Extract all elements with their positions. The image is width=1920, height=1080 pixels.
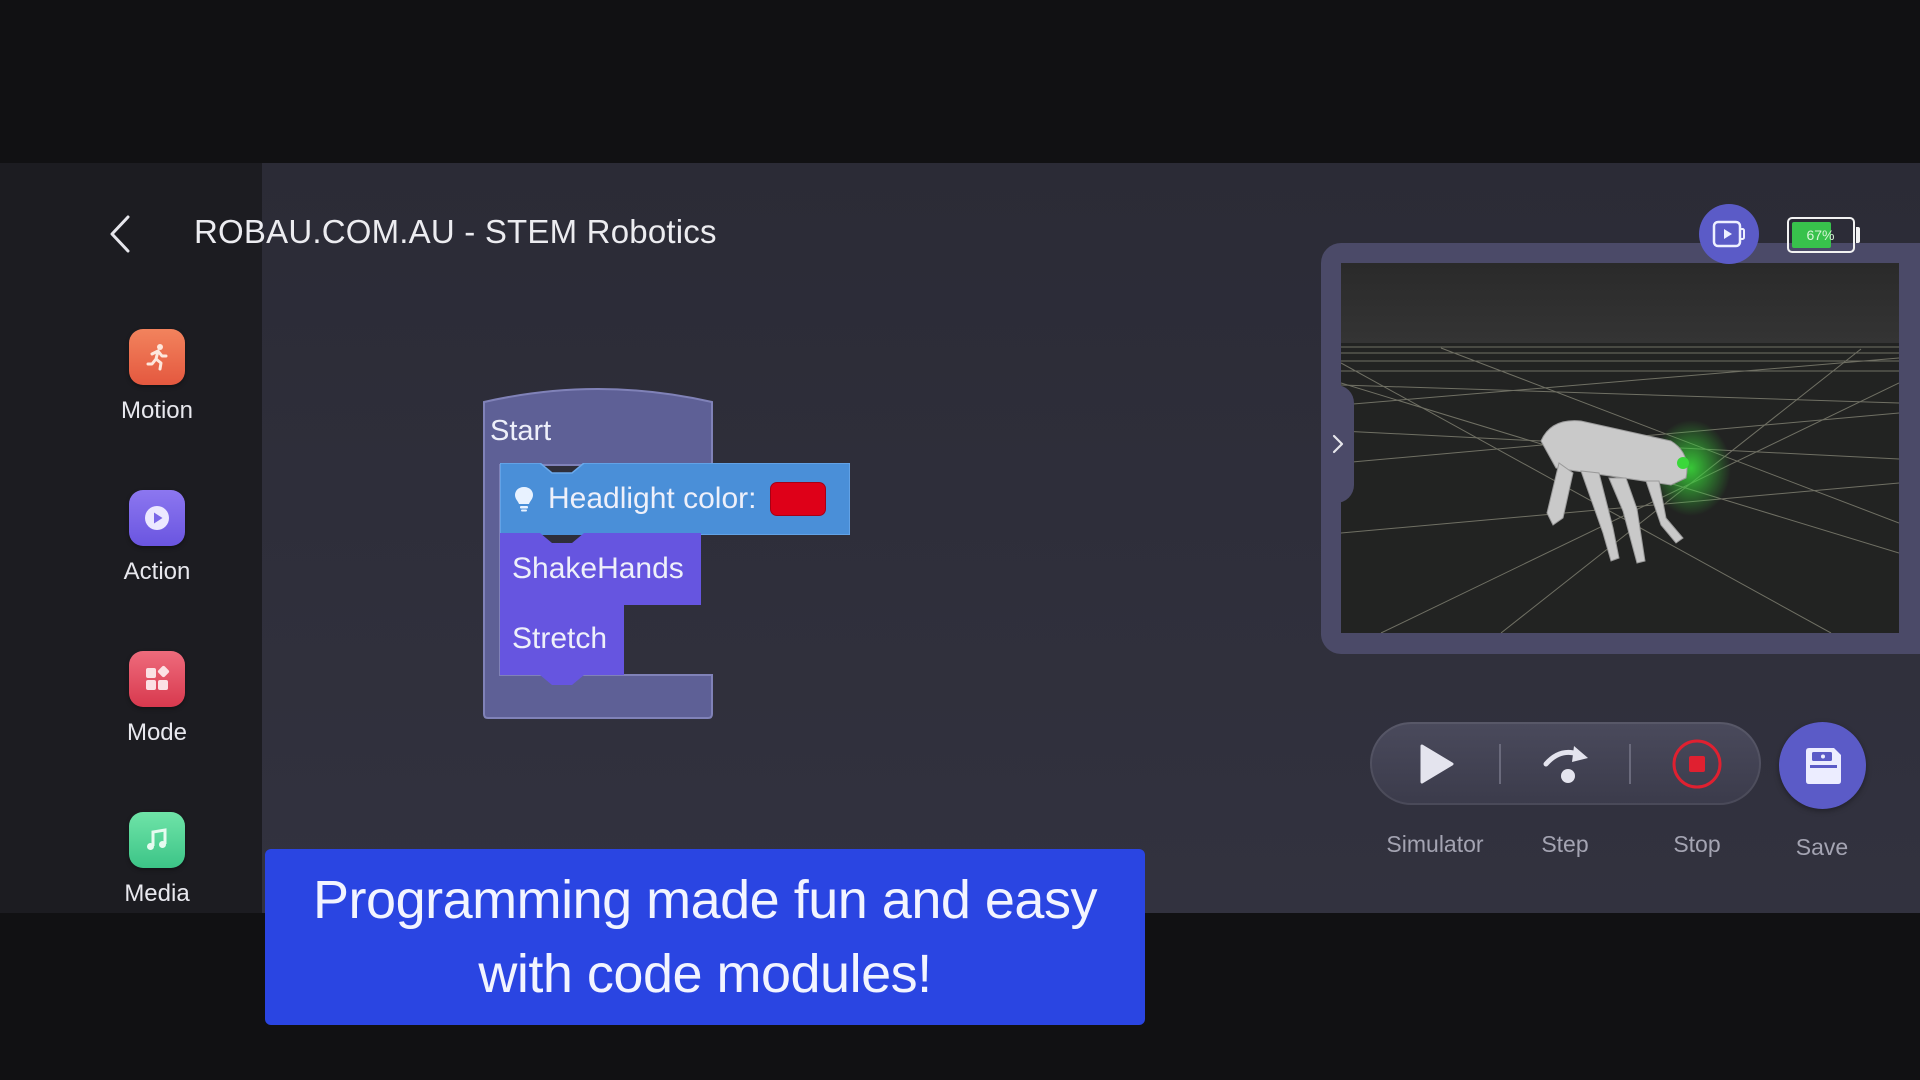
simulator-run-button[interactable]: [1376, 722, 1496, 805]
start-block-label: Start: [490, 415, 552, 447]
save-label: Save: [1795, 834, 1849, 860]
save-button[interactable]: [1779, 722, 1866, 809]
page-title: ROBAU.COM.AU - STEM Robotics: [194, 213, 717, 250]
caption-line-2: with code modules!: [478, 944, 932, 1004]
stretch-block[interactable]: Stretch: [500, 603, 624, 685]
block-label: ShakeHands: [512, 552, 684, 585]
simulator-panel: [1321, 243, 1920, 654]
block-label: Stretch: [512, 622, 608, 655]
stop-label: Stop: [1673, 831, 1721, 857]
caption-overlay: Programming made fun and easy with code …: [265, 849, 1145, 1025]
play-icon: [1420, 744, 1454, 783]
stop-icon: [1672, 739, 1722, 788]
app-window: ROBAU.COM.AU - STEM Robotics Motion Acti…: [0, 163, 1920, 913]
sidebar-item-motion[interactable]: Motion: [97, 329, 217, 439]
running-person-icon: [129, 329, 185, 385]
floppy-disk-icon: [1805, 747, 1841, 784]
back-button[interactable]: [100, 211, 140, 257]
play-circle-icon: [129, 490, 185, 546]
battery-percent: 67%: [1806, 227, 1835, 243]
simulator-viewport[interactable]: [1341, 263, 1899, 633]
sidebar-item-action[interactable]: Action: [97, 490, 217, 600]
lightbulb-icon: [515, 487, 533, 512]
step-over-icon: [1543, 745, 1588, 783]
sidebar-label: Mode: [126, 719, 188, 746]
chevron-right-icon: [1332, 434, 1343, 454]
run-controls: [1370, 722, 1761, 805]
simulator-scene: [1341, 263, 1899, 633]
screen-record-icon: [1712, 220, 1745, 248]
simulator-label: Simulator: [1386, 831, 1484, 857]
screen-record-button[interactable]: [1699, 204, 1759, 264]
sidebar-item-mode[interactable]: Mode: [97, 651, 217, 761]
simulator-collapse-toggle[interactable]: [1321, 385, 1354, 503]
top-letterbox: [0, 0, 1920, 163]
shakehands-block[interactable]: ShakeHands: [500, 533, 701, 615]
divider: [1629, 744, 1631, 784]
step-label: Step: [1541, 831, 1589, 857]
caption-line-1: Programming made fun and easy: [313, 870, 1097, 930]
chevron-left-icon: [110, 215, 130, 253]
sidebar-label: Action: [123, 558, 191, 585]
grid-icon: [129, 651, 185, 707]
sidebar-label: Media: [124, 880, 190, 907]
headlight-color-swatch[interactable]: [770, 482, 827, 516]
stop-button[interactable]: [1637, 722, 1757, 805]
step-button[interactable]: [1506, 722, 1626, 805]
battery-cap: [1856, 227, 1860, 243]
sidebar-item-media[interactable]: Media: [97, 812, 217, 913]
sidebar-label: Motion: [120, 397, 194, 424]
battery-indicator: 67%: [1787, 217, 1855, 253]
music-note-icon: [129, 812, 185, 868]
divider: [1499, 744, 1501, 784]
block-label: Headlight color:: [548, 482, 757, 515]
headlight-color-block[interactable]: Headlight color:: [500, 463, 850, 535]
